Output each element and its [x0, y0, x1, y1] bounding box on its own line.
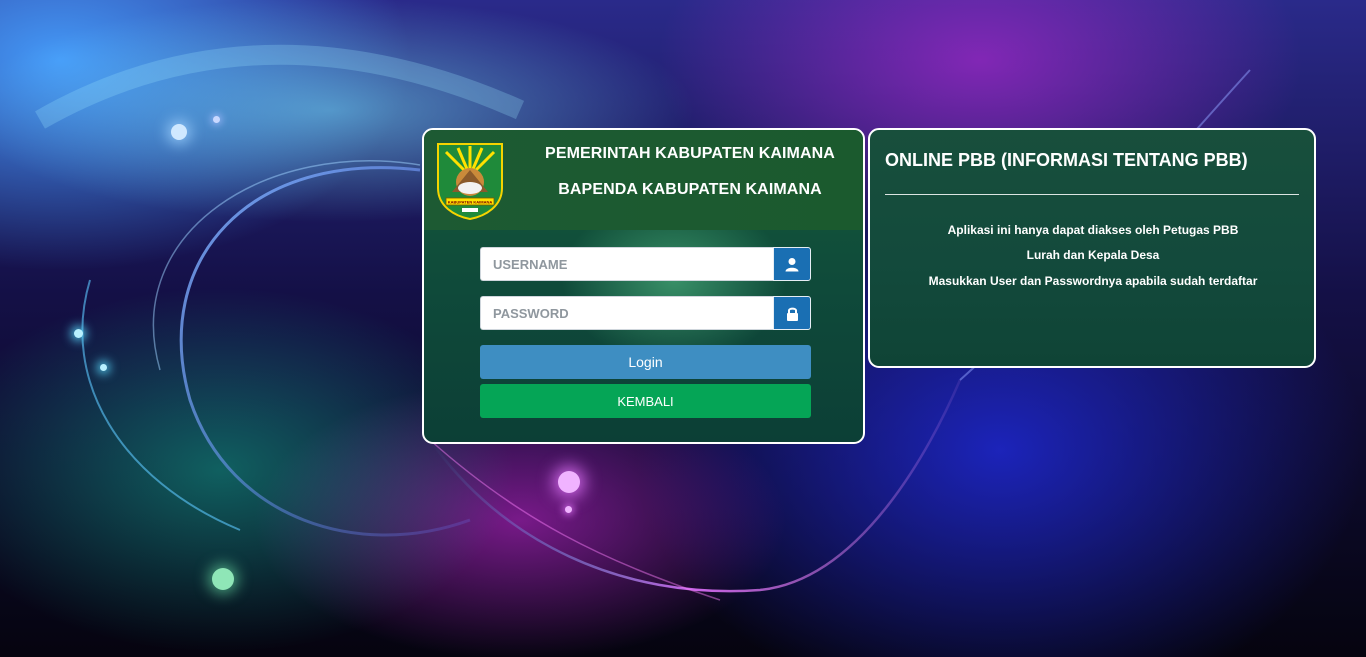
info-text-line: Aplikasi ini hanya dapat diakses oleh Pe…: [947, 223, 1239, 237]
glow-orb: [74, 329, 83, 338]
svg-text:KABUPATEN KAIMANA: KABUPATEN KAIMANA: [448, 200, 493, 205]
glow-orb: [212, 568, 234, 590]
username-input[interactable]: [480, 247, 773, 281]
info-text-line: Masukkan User dan Passwordnya apabila su…: [928, 274, 1258, 288]
header-title-line-1: PEMERINTAH KABUPATEN KAIMANA: [545, 145, 835, 162]
login-header: KABUPATEN KAIMANA PEMERINTAH KABUPATEN K…: [424, 130, 863, 230]
back-button[interactable]: KEMBALI: [480, 384, 811, 418]
login-button[interactable]: Login: [480, 345, 811, 379]
header-title-line-2: BAPENDA KABUPATEN KAIMANA: [558, 181, 822, 198]
user-icon: [773, 247, 811, 281]
login-panel: KABUPATEN KAIMANA PEMERINTAH KABUPATEN K…: [422, 128, 865, 444]
username-field-group: [480, 247, 811, 281]
kaimana-regency-crest-icon: KABUPATEN KAIMANA: [437, 143, 503, 220]
info-text-line: Lurah dan Kepala Desa: [1026, 248, 1160, 262]
info-divider: [885, 194, 1299, 195]
glow-orb: [558, 471, 580, 493]
password-input[interactable]: [480, 296, 773, 330]
password-field-group: [480, 296, 811, 330]
glow-orb: [565, 506, 572, 513]
info-title: ONLINE PBB (INFORMASI TENTANG PBB): [885, 150, 1248, 170]
glow-orb: [213, 116, 220, 123]
lock-icon: [773, 296, 811, 330]
glow-orb: [100, 364, 107, 371]
info-panel: ONLINE PBB (INFORMASI TENTANG PBB) Aplik…: [868, 128, 1316, 368]
glow-orb: [171, 124, 187, 140]
